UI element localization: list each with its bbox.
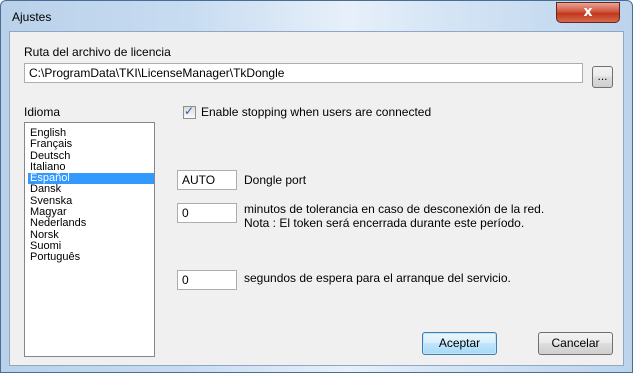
tolerance-label: minutos de tolerancia en caso de descone… <box>244 202 545 216</box>
settings-dialog: Ajustes x Ruta del archivo de licencia C… <box>0 0 633 373</box>
enable-stopping-checkbox[interactable]: ✓ <box>183 104 196 119</box>
language-item[interactable]: Nederlands <box>28 218 154 229</box>
enable-stopping-label: Enable stopping when users are connected <box>201 105 432 119</box>
dialog-content: Ruta del archivo de licencia C:\ProgramD… <box>9 31 624 366</box>
license-path-label: Ruta del archivo de licencia <box>24 45 171 59</box>
language-label: Idioma <box>24 105 61 119</box>
browse-button-label: ... <box>597 69 608 83</box>
dongle-port-input[interactable]: AUTO <box>177 170 237 190</box>
language-item[interactable]: Português <box>28 252 154 263</box>
close-button[interactable]: x <box>556 2 620 23</box>
tolerance-note: Nota : El token será encerrada durante e… <box>244 216 525 230</box>
startup-delay-input[interactable]: 0 <box>177 270 237 290</box>
startup-delay-label: segundos de espera para el arranque del … <box>244 271 511 285</box>
checkmark-icon: ✓ <box>184 104 195 118</box>
browse-button[interactable]: ... <box>592 66 613 88</box>
language-listbox[interactable]: English Français Deutsch Italiano Español Dan… <box>24 122 155 357</box>
dongle-port-label: Dongle port <box>244 173 307 187</box>
language-item[interactable]: Français <box>28 139 154 150</box>
cancel-button[interactable]: Cancelar <box>538 332 613 355</box>
title-bar[interactable]: Ajustes x <box>1 1 632 31</box>
close-icon: x <box>583 4 593 20</box>
license-path-input[interactable]: C:\ProgramData\TKI\LicenseManager\TkDong… <box>24 63 583 83</box>
window-title: Ajustes <box>12 10 52 24</box>
tolerance-minutes-input[interactable]: 0 <box>177 203 237 223</box>
accept-button[interactable]: Aceptar <box>422 332 497 355</box>
